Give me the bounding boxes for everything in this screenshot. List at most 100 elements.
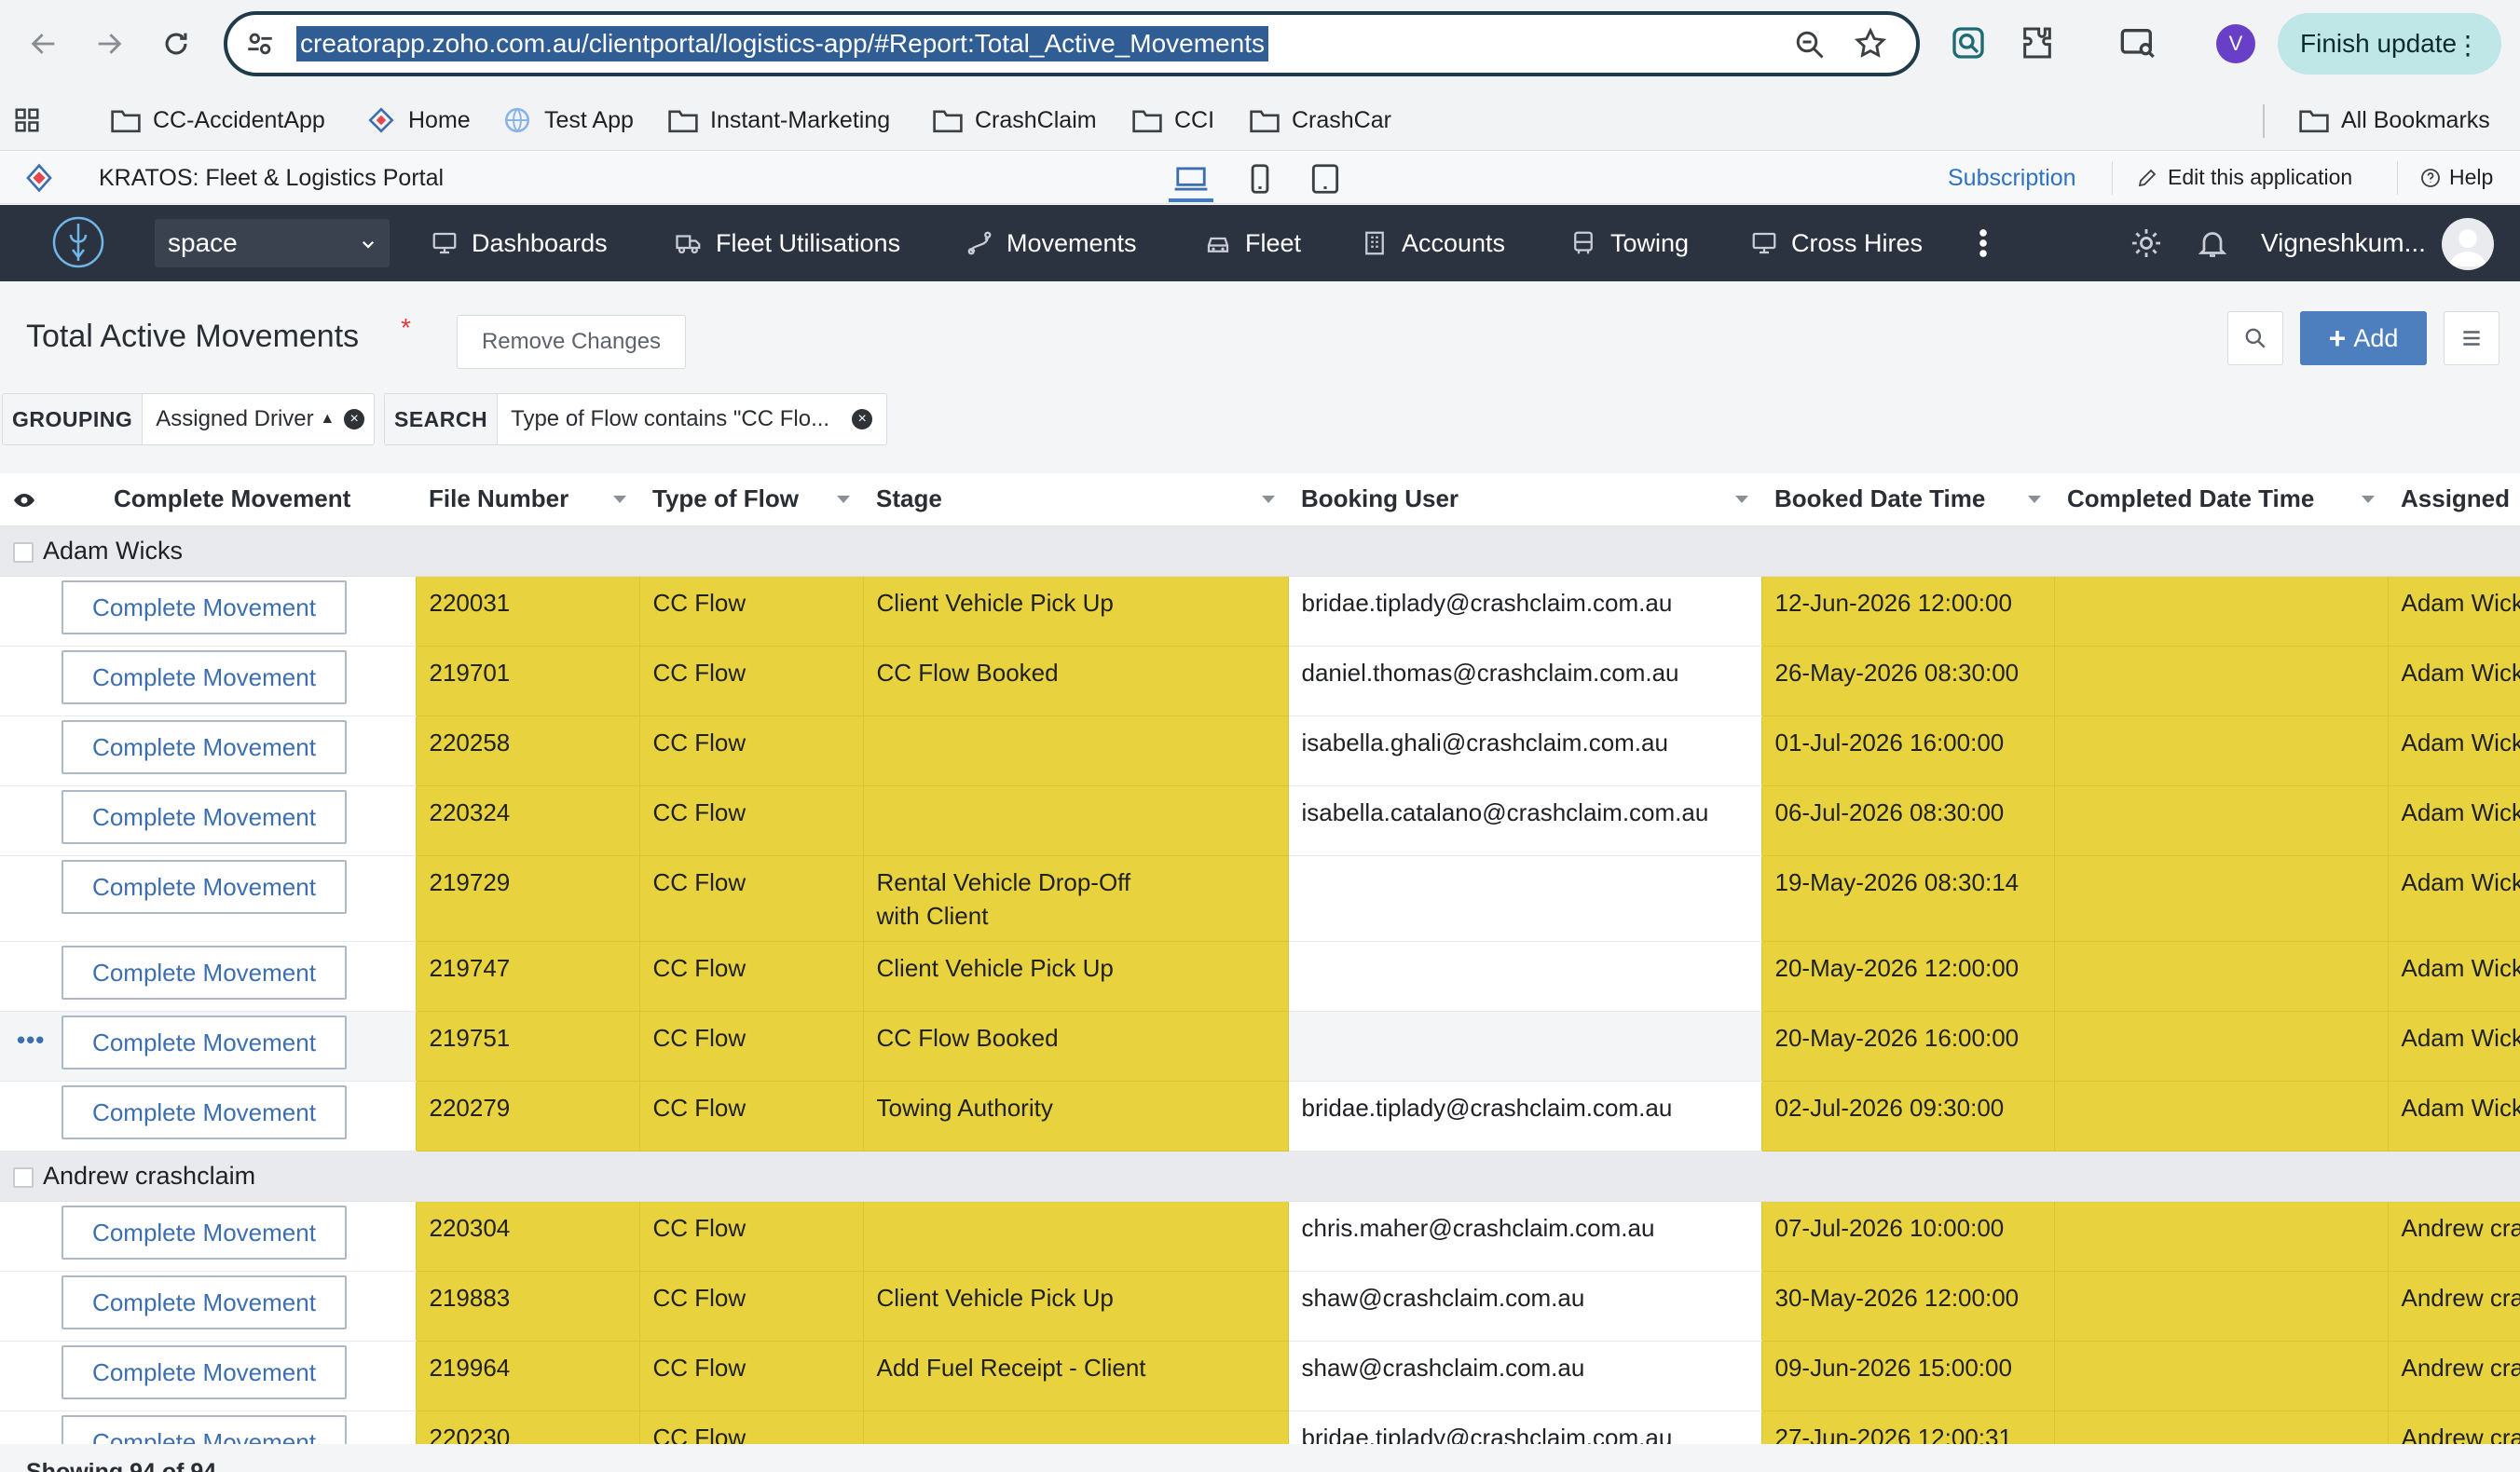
row-select-cell[interactable] (0, 646, 54, 716)
address-bar[interactable]: creatorapp.zoho.com.au/clientportal/logi… (224, 11, 1920, 76)
table-row[interactable]: Complete Movement 220230 CC Flow bridae.tip… (0, 1411, 2520, 1444)
column-header-booking-user[interactable]: Booking User (1288, 473, 1761, 526)
apps-grid-button[interactable] (13, 102, 52, 138)
column-header-type-of-flow[interactable]: Type of Flow (639, 473, 863, 526)
desktop-view-icon[interactable] (1172, 161, 1210, 197)
bookmark-crashclaim[interactable]: CrashClaim (932, 102, 1097, 138)
row-select-cell[interactable] (0, 1201, 54, 1272)
column-header-completed-date-time[interactable]: Completed Date Time (2054, 473, 2388, 526)
complete-movement-button[interactable]: Complete Movement (62, 649, 347, 704)
caret-down-icon[interactable] (1262, 496, 1275, 503)
group-header[interactable]: Andrew crashclaim (0, 1151, 2520, 1202)
clear-grouping-icon[interactable]: × (344, 409, 365, 429)
subscription-link[interactable]: Subscription (1948, 165, 2076, 192)
finish-update-button[interactable]: Finish update ⋮ (2278, 13, 2501, 75)
zoom-icon[interactable] (1793, 28, 1827, 61)
bookmark-test-app[interactable]: Test App (501, 102, 634, 138)
bookmark-home[interactable]: Home (365, 102, 471, 138)
row-actions-icon[interactable]: ••• (17, 1026, 45, 1054)
row-select-cell[interactable] (0, 785, 54, 856)
row-select-cell[interactable]: ••• (0, 1011, 54, 1082)
tab-search-icon[interactable] (2119, 24, 2157, 61)
table-row[interactable]: Complete Movement 219747 CC Flow Client Veh… (0, 941, 2520, 1012)
table-row[interactable]: Complete Movement 219701 CC Flow CC Flow Bo… (0, 646, 2520, 716)
nav-item-movements[interactable]: Movements (966, 205, 1137, 281)
nav-item-accounts[interactable]: Accounts (1361, 205, 1505, 281)
kratos-logo-icon[interactable] (50, 214, 106, 270)
grouping-value[interactable]: Assigned Driver ▲ × (143, 406, 374, 432)
nav-item-dashboards[interactable]: Dashboards (431, 205, 608, 281)
row-select-cell[interactable] (0, 1271, 54, 1342)
bookmark-cci[interactable]: CCI (1131, 102, 1214, 138)
table-row[interactable]: Complete Movement 220031 CC Flow Client Veh… (0, 576, 2520, 647)
column-visibility-header[interactable] (0, 473, 54, 526)
more-vertical-icon[interactable] (1974, 225, 1993, 261)
row-select-cell[interactable] (0, 1411, 54, 1444)
column-header-stage[interactable]: Stage (863, 473, 1288, 526)
remove-changes-button[interactable]: Remove Changes (457, 315, 686, 369)
column-header-complete-movement[interactable]: Complete Movement (54, 473, 416, 526)
complete-movement-button[interactable]: Complete Movement (62, 789, 347, 844)
nav-item-towing[interactable]: Towing (1569, 205, 1689, 281)
eye-icon[interactable] (13, 489, 35, 511)
complete-movement-button[interactable]: Complete Movement (62, 945, 347, 1000)
row-select-cell[interactable] (0, 1341, 54, 1411)
nav-item-fleet-utilisations[interactable]: Fleet Utilisations (675, 205, 900, 281)
bell-icon[interactable] (2196, 225, 2229, 261)
table-row[interactable]: Complete Movement 220279 CC Flow Towing Aut… (0, 1081, 2520, 1152)
table-row[interactable]: Complete Movement 219729 CC Flow Rental Veh… (0, 855, 2520, 942)
help-link[interactable]: Help (2419, 165, 2493, 190)
nav-item-fleet[interactable]: Fleet (1204, 205, 1301, 281)
search-button[interactable] (2227, 311, 2283, 365)
caret-down-icon[interactable] (2362, 496, 2375, 503)
bookmark-instant-marketing[interactable]: Instant-Marketing (667, 102, 890, 138)
caret-down-icon[interactable] (1735, 496, 1748, 503)
caret-down-icon[interactable] (613, 496, 626, 503)
complete-movement-button[interactable]: Complete Movement (62, 1274, 347, 1329)
complete-movement-button[interactable]: Complete Movement (62, 1015, 347, 1070)
complete-movement-button[interactable]: Complete Movement (62, 1414, 347, 1444)
profile-avatar[interactable]: V (2216, 24, 2255, 63)
complete-movement-button[interactable]: Complete Movement (62, 1205, 347, 1260)
search-value[interactable]: Type of Flow contains "CC Flo... × (498, 406, 885, 432)
bookmark-cc-accidentapp[interactable]: CC-AccidentApp (110, 102, 325, 138)
bookmark-crashcar[interactable]: CrashCar (1249, 102, 1391, 138)
complete-movement-button[interactable]: Complete Movement (62, 859, 347, 914)
search-filter[interactable]: SEARCH Type of Flow contains "CC Flo... × (384, 393, 887, 445)
complete-movement-button[interactable]: Complete Movement (62, 579, 347, 634)
all-bookmarks[interactable]: All Bookmarks (2298, 102, 2490, 138)
group-checkbox[interactable] (13, 1166, 34, 1188)
clear-search-icon[interactable]: × (852, 409, 873, 429)
group-row[interactable]: Adam Wicks (0, 525, 2520, 577)
report-menu-button[interactable] (2444, 311, 2499, 365)
gear-icon[interactable] (2129, 225, 2164, 261)
column-header-file-number[interactable]: File Number (416, 473, 639, 526)
row-select-cell[interactable] (0, 941, 54, 1012)
table-row[interactable]: Complete Movement 220258 CC Flow isabella.g… (0, 716, 2520, 786)
nav-item-cross-hires[interactable]: Cross Hires (1750, 205, 1923, 281)
add-button[interactable]: + Add (2300, 311, 2427, 365)
url-text[interactable]: creatorapp.zoho.com.au/clientportal/logi… (296, 26, 1268, 61)
reload-button[interactable] (153, 20, 199, 67)
mobile-view-icon[interactable] (1241, 161, 1279, 197)
group-checkbox[interactable] (13, 541, 34, 563)
row-select-cell[interactable] (0, 716, 54, 786)
table-row[interactable]: ••• Complete Movement 219751 CC Flow CC Flow… (0, 1011, 2520, 1082)
row-select-cell[interactable] (0, 855, 54, 942)
user-avatar[interactable] (2442, 218, 2494, 270)
site-settings-icon[interactable] (244, 28, 276, 60)
grouping-filter[interactable]: GROUPING Assigned Driver ▲ × (2, 393, 375, 445)
back-button[interactable] (21, 20, 67, 67)
forward-button[interactable] (86, 20, 132, 67)
table-row[interactable]: Complete Movement 219964 CC Flow Add Fuel R… (0, 1341, 2520, 1411)
column-header-assigned[interactable]: Assigned (2388, 473, 2520, 526)
complete-movement-button[interactable]: Complete Movement (62, 1344, 347, 1399)
caret-down-icon[interactable] (837, 496, 850, 503)
row-select-cell[interactable] (0, 576, 54, 647)
caret-down-icon[interactable] (2028, 496, 2041, 503)
group-header[interactable]: Adam Wicks (0, 525, 2520, 577)
edit-application-link[interactable]: Edit this application (2136, 165, 2352, 190)
table-row[interactable]: Complete Movement 220324 CC Flow isabella.c… (0, 785, 2520, 856)
user-name[interactable]: Vigneshkum... (2261, 205, 2426, 281)
tablet-view-icon[interactable] (1307, 161, 1344, 197)
